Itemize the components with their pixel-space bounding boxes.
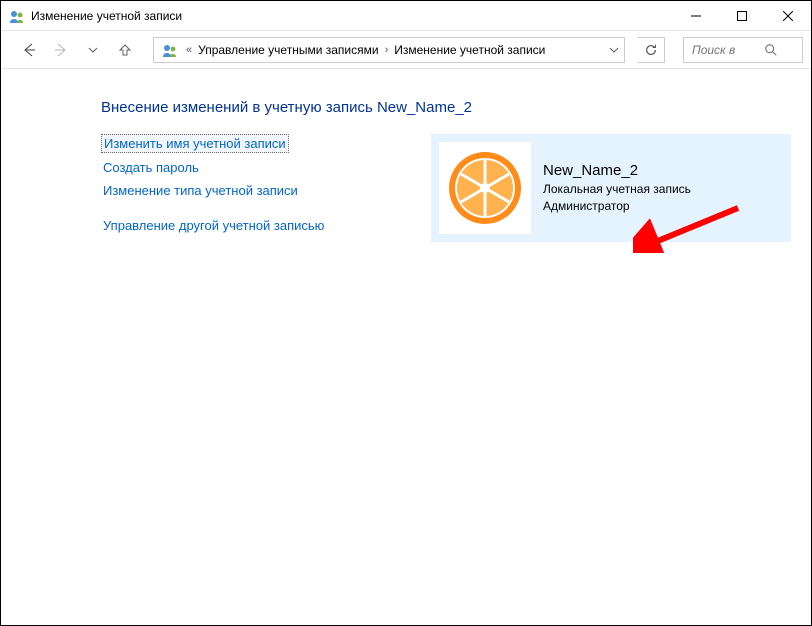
rename-account-link[interactable]: Изменить имя учетной записи [101,134,289,153]
recent-locations-button[interactable] [83,40,103,60]
refresh-button[interactable] [637,37,665,63]
address-bar[interactable]: « Управление учетными записями › Изменен… [153,37,625,63]
page-title: Внесение изменений в учетную запись New_… [101,99,791,116]
chevron-right-icon[interactable]: › [385,44,389,56]
search-icon [764,43,778,57]
back-button[interactable] [19,40,39,60]
manage-other-account-link[interactable]: Управление другой учетной записью [101,217,326,234]
account-name: New_Name_2 [543,162,691,179]
minimize-button[interactable] [673,1,719,31]
breadcrumb-prefix: « [186,44,192,56]
avatar [439,142,531,234]
account-info: New_Name_2 Локальная учетная запись Адми… [543,162,691,213]
account-role: Администратор [543,198,691,214]
user-accounts-icon [162,42,178,58]
create-password-link[interactable]: Создать пароль [101,159,201,176]
account-card[interactable]: New_Name_2 Локальная учетная запись Адми… [431,134,791,242]
content-area: Внесение изменений в учетную запись New_… [1,69,811,623]
title-bar: Изменение учетной записи [1,1,811,31]
change-account-type-link[interactable]: Изменение типа учетной записи [101,182,300,199]
breadcrumb-item[interactable]: Управление учетными записями [196,41,380,59]
navigation-bar: « Управление учетными записями › Изменен… [1,31,811,69]
orange-slice-icon [445,148,525,228]
up-button[interactable] [115,40,135,60]
forward-button[interactable] [51,40,71,60]
breadcrumb-item[interactable]: Изменение учетной записи [392,41,547,59]
maximize-button[interactable] [719,1,765,31]
window-title: Изменение учетной записи [31,9,182,23]
user-accounts-icon [9,8,25,24]
search-box[interactable] [683,37,803,63]
account-type: Локальная учетная запись [543,181,691,197]
action-links: Изменить имя учетной записи Создать паро… [101,134,391,242]
close-button[interactable] [765,1,811,31]
search-input[interactable] [690,42,760,58]
address-history-button[interactable] [602,38,624,62]
